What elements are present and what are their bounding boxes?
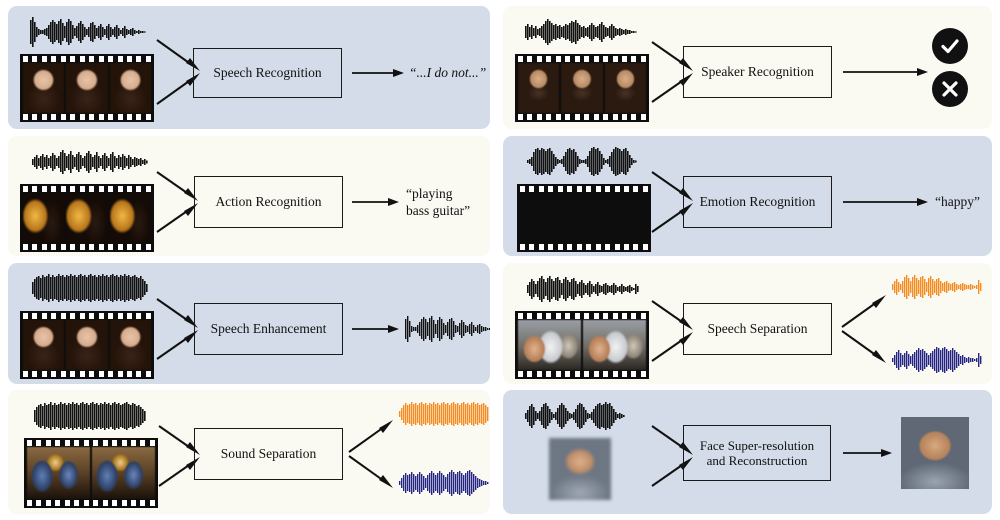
video-frame: [92, 447, 155, 499]
input-waveform: [30, 146, 158, 178]
video-frame: [66, 193, 108, 243]
filmstrip-perforations-bottom: [20, 371, 154, 377]
output-high-resolution-face: [901, 417, 969, 489]
filmstrip-perforations-bottom: [20, 244, 154, 250]
output-emotion-label: “happy”: [935, 194, 980, 209]
filmstrip-frames: [20, 319, 154, 371]
video-frame: [109, 193, 151, 243]
video-frame: [109, 63, 151, 113]
input-waveform: [523, 16, 651, 48]
panel-face-super-resolution: Face Super-resolution and Reconstruction: [503, 390, 992, 514]
figure-root: Speech Recognition “...I do not...” Spea…: [0, 0, 1000, 520]
video-frame: [23, 320, 65, 370]
arrow-box-to-output: [843, 197, 929, 207]
check-icon: [932, 28, 968, 64]
video-frame: [563, 193, 604, 243]
filmstrip-frames: [20, 62, 154, 114]
input-waveform-mixed: [525, 273, 651, 305]
process-box-emotion-recognition[interactable]: Emotion Recognition: [683, 176, 832, 228]
input-filmstrip: [20, 311, 154, 379]
arrow-box-to-output: [352, 197, 400, 207]
video-frame: [518, 63, 560, 113]
input-filmstrip: [515, 54, 649, 122]
output-action-label: “playing bass guitar”: [406, 186, 471, 218]
output-waveform-speaker-one: [891, 273, 987, 301]
input-waveform: [523, 400, 649, 432]
panel-sound-separation: Sound Separation: [8, 390, 490, 514]
filmstrip-perforations-bottom: [20, 114, 154, 120]
input-low-resolution-face: [549, 438, 611, 500]
panel-emotion-recognition: Emotion Recognition “happy”: [503, 136, 992, 256]
video-frame: [23, 63, 65, 113]
arrow-box-to-output-bottom: [348, 454, 396, 490]
video-frame: [27, 447, 90, 499]
panel-speech-recognition: Speech Recognition “...I do not...”: [8, 6, 490, 129]
panel-speaker-recognition: Speaker Recognition: [503, 6, 992, 129]
process-box-action-recognition[interactable]: Action Recognition: [194, 176, 343, 228]
input-waveform-mixed: [32, 400, 158, 432]
video-frame: [66, 63, 108, 113]
panel-speech-separation: Speech Separation: [503, 263, 992, 384]
process-box-speaker-recognition[interactable]: Speaker Recognition: [683, 46, 832, 98]
video-frame: [583, 320, 646, 370]
panel-action-recognition: Action Recognition “playing bass guitar”: [8, 136, 490, 256]
arrow-box-to-output-top: [841, 293, 889, 329]
input-filmstrip: [24, 438, 158, 508]
video-frame: [604, 63, 646, 113]
filmstrip-perforations-bottom: [515, 114, 649, 120]
video-frame: [561, 63, 603, 113]
process-box-speech-separation[interactable]: Speech Separation: [683, 303, 832, 355]
output-transcript-text: “...I do not...”: [409, 65, 487, 80]
process-box-face-super-resolution[interactable]: Face Super-resolution and Reconstruction: [683, 425, 831, 481]
cross-icon: [932, 71, 968, 107]
arrow-box-to-output: [352, 68, 405, 78]
input-filmstrip: [517, 184, 651, 252]
video-frame: [518, 320, 581, 370]
filmstrip-frames: [20, 192, 154, 244]
filmstrip-perforations-bottom: [515, 371, 649, 377]
process-box-speech-enhancement[interactable]: Speech Enhancement: [194, 303, 343, 355]
input-waveform: [525, 144, 651, 178]
video-frame: [23, 193, 65, 243]
video-frame: [66, 320, 108, 370]
arrow-box-to-output: [843, 67, 929, 77]
output-waveform-source-two: [398, 468, 490, 498]
process-box-sound-separation[interactable]: Sound Separation: [194, 428, 343, 480]
output-waveform-speaker-two: [891, 345, 987, 375]
video-frame: [607, 193, 648, 243]
video-frame: [520, 193, 561, 243]
process-box-speech-recognition[interactable]: Speech Recognition: [193, 48, 342, 98]
input-filmstrip: [20, 54, 154, 122]
output-waveform-clean: [404, 313, 490, 345]
filmstrip-frames: [515, 62, 649, 114]
filmstrip-perforations-bottom: [24, 500, 158, 506]
output-waveform-source-one: [398, 400, 490, 428]
arrow-box-to-output: [843, 448, 893, 458]
video-frame: [109, 320, 151, 370]
filmstrip-frames: [517, 192, 651, 244]
input-filmstrip: [515, 311, 649, 379]
input-filmstrip: [20, 184, 154, 252]
panel-speech-enhancement: Speech Enhancement: [8, 263, 490, 384]
filmstrip-perforations-bottom: [517, 244, 651, 250]
filmstrip-frames: [515, 319, 649, 371]
input-waveform: [28, 14, 158, 50]
arrow-box-to-output: [352, 324, 400, 334]
filmstrip-frames: [24, 446, 158, 500]
arrow-box-to-output-top: [348, 418, 396, 454]
input-waveform-noisy: [30, 271, 158, 305]
arrow-box-to-output-bottom: [841, 329, 889, 365]
